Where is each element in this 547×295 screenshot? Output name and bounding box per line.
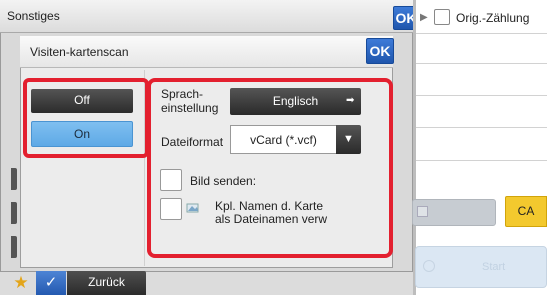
off-button[interactable]: Off (31, 89, 133, 113)
background-edge-tab (11, 168, 17, 190)
star-icon[interactable]: ★ (11, 273, 31, 293)
language-setting-label: Sprach- einstellung (161, 87, 225, 115)
card-image-icon (186, 203, 199, 213)
dropdown-triangle-icon[interactable]: ▼ (336, 125, 361, 154)
divider (416, 95, 547, 96)
checkmark-icon[interactable]: ✓ (36, 271, 66, 295)
play-icon[interactable]: ▶ (420, 12, 430, 24)
card-name-filename-checkbox[interactable] (160, 198, 182, 220)
divider (416, 33, 547, 34)
language-value: Englisch (272, 94, 319, 108)
dialog-title: Visiten-kartenscan (30, 45, 129, 59)
file-format-label: Dateiformat (161, 135, 224, 149)
send-image-checkbox[interactable] (160, 169, 182, 191)
card-name-filename-label: Kpl. Namen d. Karte als Dateinamen verw (215, 200, 345, 226)
background-edge-tab (11, 202, 17, 224)
background-panel-title: Sonstiges (7, 9, 60, 23)
language-setting-label-line2: einstellung (161, 101, 219, 115)
file-format-select[interactable]: vCard (*.vcf) (230, 125, 336, 154)
ca-button[interactable]: CA (505, 196, 547, 227)
card-name-label-line2: als Dateinamen verw (215, 212, 328, 226)
language-button[interactable]: Englisch (230, 88, 361, 115)
dialog-ok-button[interactable]: OK (366, 38, 394, 64)
background-edge-tab (11, 236, 17, 258)
send-image-label: Bild senden: (190, 174, 257, 188)
arrow-right-icon: ➡ (346, 95, 355, 106)
back-button[interactable]: Zurück (67, 271, 146, 295)
divider (416, 63, 547, 64)
language-setting-label-line1: Sprach- (161, 87, 204, 101)
divider (416, 160, 547, 161)
divider (416, 127, 547, 128)
orig-count-checkbox[interactable] (434, 9, 450, 25)
card-name-label-line1: Kpl. Namen d. Karte (215, 199, 324, 213)
on-button[interactable]: On (31, 121, 133, 147)
start-icon (423, 260, 435, 272)
orig-count-label: Orig.-Zählung (456, 11, 530, 25)
disabled-action-icon (417, 206, 428, 217)
background-titlebar (0, 0, 413, 33)
